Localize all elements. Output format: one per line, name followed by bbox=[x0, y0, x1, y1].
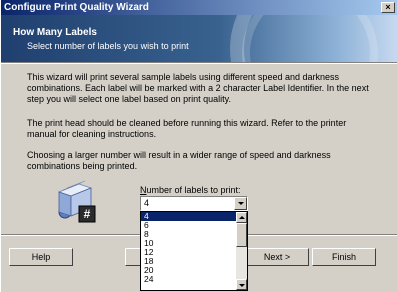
title-bar: Configure Print Quality Wizard × bbox=[1, 0, 397, 15]
wizard-header: How Many Labels Select number of labels … bbox=[1, 15, 397, 62]
scroll-up-button[interactable] bbox=[236, 212, 247, 223]
labels-count-dropdown-list: 4 6 8 10 12 18 20 24 bbox=[140, 211, 248, 291]
option-20[interactable]: 20 bbox=[141, 266, 236, 275]
labels-count-label-text: umber of labels to print: bbox=[146, 185, 241, 195]
header-divider bbox=[1, 62, 397, 64]
scroll-down-button[interactable] bbox=[236, 279, 247, 290]
next-button[interactable]: Next > bbox=[245, 248, 309, 266]
chevron-down-icon bbox=[238, 202, 244, 205]
help-button[interactable]: Help bbox=[9, 248, 73, 266]
header-decoration bbox=[242, 15, 378, 62]
intro-text: This wizard will print several sample la… bbox=[27, 72, 369, 104]
cleaning-text: The print head should be cleaned before … bbox=[27, 118, 347, 139]
dropdown-scrollbar[interactable] bbox=[236, 212, 247, 290]
range-text: Choosing a larger number will result in … bbox=[27, 150, 331, 171]
close-button[interactable]: × bbox=[381, 2, 395, 13]
label-stack-icon: # bbox=[51, 178, 99, 224]
step-subtitle: Select number of labels you wish to prin… bbox=[27, 41, 189, 51]
option-6[interactable]: 6 bbox=[141, 221, 236, 230]
labels-count-value: 4 bbox=[144, 198, 150, 208]
option-12[interactable]: 12 bbox=[141, 248, 236, 257]
finish-button[interactable]: Finish bbox=[312, 248, 376, 266]
arrow-down-icon bbox=[239, 284, 245, 287]
option-18[interactable]: 18 bbox=[141, 257, 236, 266]
scroll-thumb[interactable] bbox=[236, 223, 247, 247]
option-4[interactable]: 4 bbox=[141, 212, 236, 221]
option-8[interactable]: 8 bbox=[141, 230, 236, 239]
arrow-up-icon bbox=[239, 216, 245, 219]
option-24[interactable]: 24 bbox=[141, 275, 236, 284]
labels-count-label: Number of labels to print: bbox=[140, 185, 241, 195]
hash-icon-glyph: # bbox=[84, 207, 91, 221]
option-10[interactable]: 10 bbox=[141, 239, 236, 248]
window-title: Configure Print Quality Wizard bbox=[4, 2, 149, 13]
close-icon: × bbox=[385, 2, 391, 12]
labels-count-select[interactable]: 4 bbox=[140, 196, 248, 211]
step-title: How Many Labels bbox=[13, 27, 97, 38]
dropdown-button[interactable] bbox=[234, 197, 247, 210]
wizard-window: Configure Print Quality Wizard × How Man… bbox=[0, 0, 397, 292]
